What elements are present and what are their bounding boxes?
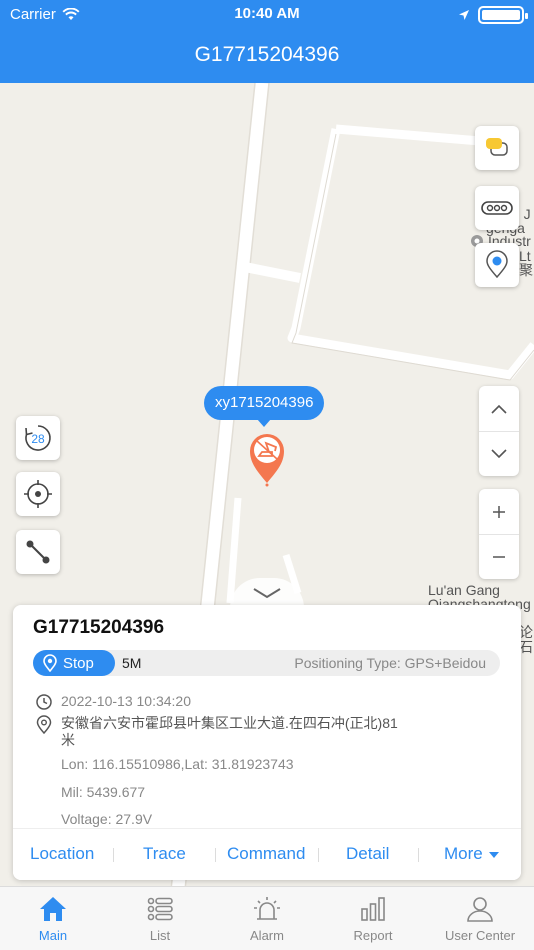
zoom-group xyxy=(479,489,519,579)
detail-action-button[interactable]: Detail xyxy=(346,844,389,864)
zoom-in-button[interactable] xyxy=(479,489,519,534)
traffic-icon xyxy=(481,201,513,215)
chevron-up-icon xyxy=(491,404,507,414)
tab-label: Alarm xyxy=(250,928,284,943)
location-pin-icon xyxy=(36,715,52,735)
tab-main[interactable]: Main xyxy=(13,895,93,943)
device-info-card: G17715204396 Stop 5M Positioning Type: G… xyxy=(13,605,521,880)
traffic-button[interactable] xyxy=(475,186,519,230)
status-badge: Stop xyxy=(33,650,115,676)
user-icon xyxy=(467,897,493,922)
voltage-text: Voltage: 27.9V xyxy=(61,811,153,827)
location-pin-icon xyxy=(486,250,508,279)
map-label: 聚 xyxy=(519,262,533,278)
gps-time: 2022-10-13 10:34:20 xyxy=(61,693,191,709)
tab-label: List xyxy=(149,928,171,943)
location-action-button[interactable]: Location xyxy=(30,844,94,864)
time-row: 2022-10-13 10:34:20 xyxy=(35,693,191,711)
tab-label: Report xyxy=(353,928,393,943)
location-arrow-icon xyxy=(459,10,469,20)
excavator-marker-icon[interactable] xyxy=(248,431,286,487)
alarm-icon xyxy=(254,897,280,920)
page-title: G17715204396 xyxy=(0,30,534,83)
plus-icon xyxy=(493,505,505,518)
arrow-down-button[interactable] xyxy=(479,431,519,476)
battery-icon xyxy=(478,6,528,24)
tab-report[interactable]: Report xyxy=(333,895,413,943)
replay-badge: 28 xyxy=(31,432,45,446)
action-bar: Location Trace Command Detail More xyxy=(13,828,521,880)
center-device-button[interactable] xyxy=(16,472,60,516)
coordinates-text: Lon: 116.15510986,Lat: 31.81923743 xyxy=(61,756,294,772)
divider xyxy=(113,848,114,862)
mileage-text: Mil: 5439.677 xyxy=(61,784,146,800)
more-label: More xyxy=(444,844,483,863)
tab-alarm[interactable]: Alarm xyxy=(227,895,307,943)
list-icon xyxy=(147,897,173,921)
caret-down-icon xyxy=(488,851,499,858)
tab-label: Main xyxy=(38,928,68,943)
report-icon xyxy=(361,897,385,921)
distance-measure-button[interactable] xyxy=(16,530,60,574)
replay-button[interactable]: 28 xyxy=(16,416,60,460)
trace-action-button[interactable]: Trace xyxy=(143,844,186,864)
map-layer-icon xyxy=(486,138,508,156)
location-pin-icon xyxy=(43,654,57,672)
replay-icon: 28 xyxy=(25,425,51,451)
minus-icon xyxy=(493,556,505,558)
home-icon xyxy=(40,897,66,921)
status-row: Stop 5M Positioning Type: GPS+Beidou xyxy=(33,650,500,676)
divider xyxy=(215,848,216,862)
tab-bar: Main List Alarm Report User Center xyxy=(0,886,534,950)
tab-list[interactable]: List xyxy=(120,895,200,943)
command-action-button[interactable]: Command xyxy=(227,844,305,864)
tab-label: User Center xyxy=(444,928,516,943)
clock-icon xyxy=(36,694,52,710)
measure-icon xyxy=(26,540,50,564)
address-row: 安徽省六安市霍邱县叶集区工业大道.在四石冲(正北)81米 xyxy=(35,715,401,749)
chevron-down-icon xyxy=(491,449,507,459)
more-action-button[interactable]: More xyxy=(444,844,499,864)
chevron-down-icon xyxy=(253,588,281,599)
tab-user-center[interactable]: User Center xyxy=(440,895,520,943)
device-title: G17715204396 xyxy=(33,617,165,638)
my-location-button[interactable] xyxy=(475,243,519,287)
nav-arrow-group xyxy=(479,386,519,476)
crosshair-icon xyxy=(24,480,52,508)
status-label: Stop xyxy=(63,654,94,672)
status-bar: Carrier 10:40 AM xyxy=(0,0,534,30)
divider xyxy=(418,848,419,862)
zoom-out-button[interactable] xyxy=(479,534,519,579)
device-label-bubble[interactable]: xy1715204396 xyxy=(204,386,325,427)
map-label: 论石 xyxy=(519,624,533,655)
distance-value: 5M xyxy=(122,655,142,671)
divider xyxy=(318,848,319,862)
clock: 10:40 AM xyxy=(234,5,300,22)
address-text: 安徽省六安市霍邱县叶集区工业大道.在四石冲(正北)81米 xyxy=(61,715,398,748)
arrow-up-button[interactable] xyxy=(479,386,519,431)
map-layer-button[interactable] xyxy=(475,126,519,170)
positioning-type: Positioning Type: GPS+Beidou xyxy=(294,655,486,671)
